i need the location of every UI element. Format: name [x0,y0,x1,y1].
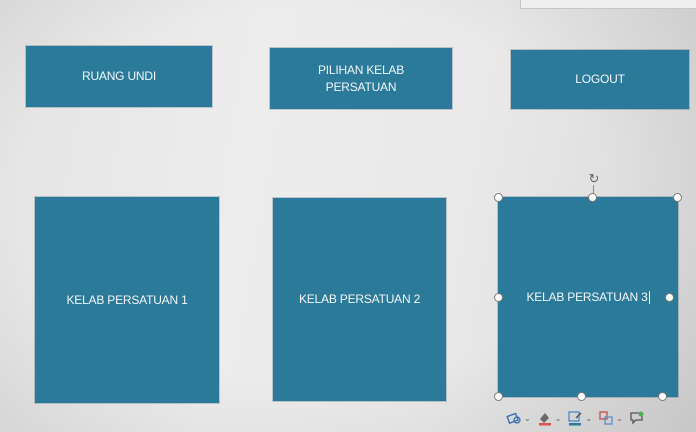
shape-mini-toolbar: ⌄ ⌄ ⌄ ⌄ [500,404,696,432]
kelab-persatuan-3-card[interactable]: KELAB PERSATUAN 3 [498,197,678,397]
resize-handle-top-left[interactable] [494,193,503,202]
chevron-down-icon: ⌄ [524,413,531,423]
resize-handle-left[interactable] [494,293,503,302]
kelab-persatuan-2-label: KELAB PERSATUAN 2 [298,292,421,307]
shape-fill-tool[interactable]: ⌄ [537,407,562,429]
arrange-icon [599,411,613,425]
resize-handle-top[interactable] [588,193,597,202]
comment-tool[interactable] [629,407,645,429]
resize-handle-bottom-right[interactable] [658,392,667,401]
shape-outline-icon [568,411,582,426]
pilihan-kelab-persatuan-button[interactable]: PILIHAN KELAB PERSATUAN [270,48,452,109]
shape-style-tool[interactable]: ⌄ [506,407,531,429]
resize-handle-right[interactable] [665,293,674,302]
rotate-handle-icon[interactable]: ↻ [587,172,601,186]
arrange-tool[interactable]: ⌄ [598,407,623,429]
resize-handle-bottom[interactable] [577,392,586,401]
kelab-persatuan-1-card[interactable]: KELAB PERSATUAN 1 [35,197,219,403]
resize-handle-top-right[interactable] [673,193,682,202]
pilihan-kelab-persatuan-label: PILIHAN KELAB PERSATUAN [317,63,405,94]
chevron-down-icon: ⌄ [585,413,593,423]
kelab-persatuan-3-label[interactable]: KELAB PERSATUAN 3 [526,289,647,305]
logout-button[interactable]: LOGOUT [511,50,689,109]
shape-style-icon [506,412,521,425]
logout-label: LOGOUT [575,72,625,87]
shape-outline-tool[interactable]: ⌄ [567,407,592,429]
shape-fill-icon [538,413,551,426]
kelab-persatuan-1-label: KELAB PERSATUAN 1 [66,292,188,307]
chevron-down-icon: ⌄ [554,413,562,423]
text-cursor [648,290,650,304]
chevron-down-icon: ⌄ [616,413,623,423]
ruang-undi-button[interactable]: RUANG UNDI [26,46,212,107]
resize-handle-bottom-left[interactable] [494,392,503,401]
kelab-persatuan-2-card[interactable]: KELAB PERSATUAN 2 [273,198,446,401]
window-edge [520,0,696,9]
comment-icon [630,411,644,425]
ruang-undi-label: RUANG UNDI [81,69,156,84]
